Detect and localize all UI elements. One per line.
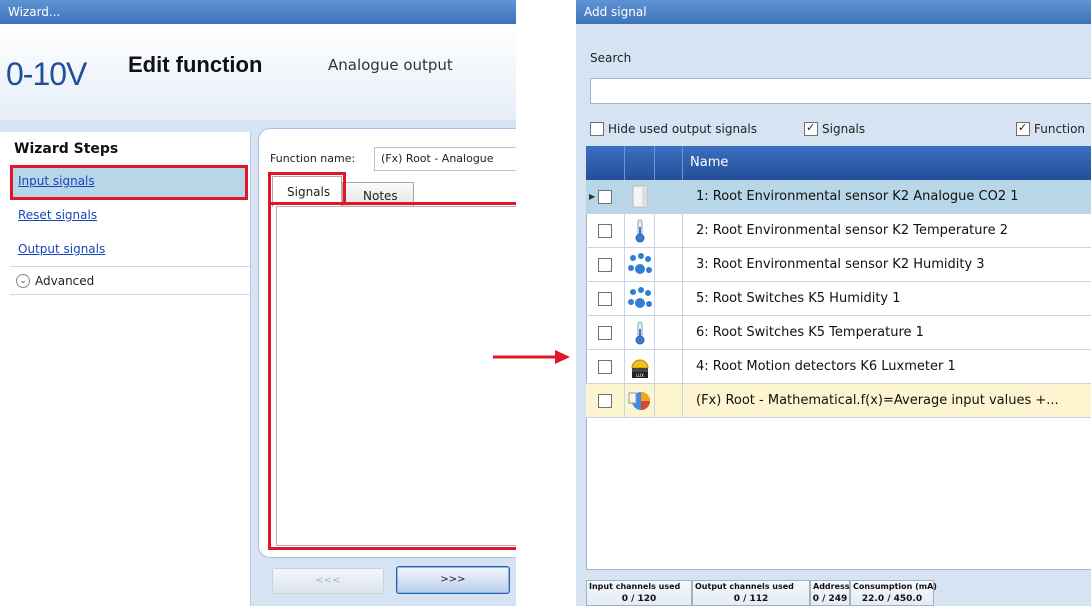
luxmeter-icon: LUX: [631, 359, 649, 378]
row-name: 3: Root Environmental sensor K2 Humidity…: [696, 257, 985, 272]
status-output-channels: Output channels used 0 / 112: [692, 580, 810, 606]
wizard-title: Wizard...: [8, 5, 61, 19]
function-checkbox[interactable]: [1016, 121, 1030, 136]
arrow-right-icon: [493, 350, 570, 364]
page-title: Edit function: [128, 52, 263, 77]
annotation-box-signals-tab: [268, 172, 346, 205]
annotation-box-input-signals: [10, 165, 248, 200]
table-row[interactable]: LUX 4: Root Motion detectors K6 Luxmeter…: [586, 350, 1091, 384]
row-name: 4: Root Motion detectors K6 Luxmeter 1: [696, 359, 956, 374]
wizard-window: Wizard... 0-10V Edit function Analogue o…: [0, 0, 516, 606]
step-reset-signals[interactable]: Reset signals: [18, 208, 97, 222]
hide-used-label: Hide used output signals: [608, 122, 757, 136]
search-label: Search: [590, 51, 632, 65]
add-signal-title: Add signal: [584, 5, 647, 19]
chevron-down-icon[interactable]: ⌄: [16, 274, 30, 288]
thermometer-icon: [635, 219, 645, 243]
search-input[interactable]: [590, 78, 1091, 104]
table-row[interactable]: 6: Root Switches K5 Temperature 1: [586, 316, 1091, 350]
function-name-input[interactable]: (Fx) Root - Analogue: [374, 147, 516, 171]
tab-notes-label: Notes: [363, 189, 398, 203]
next-button[interactable]: >>>: [396, 566, 510, 594]
status-input-channels: Input channels used 0 / 120: [586, 580, 692, 606]
table-row[interactable]: 2: Root Environmental sensor K2 Temperat…: [586, 214, 1091, 248]
function-filter-label: Function: [1034, 122, 1086, 136]
row-checkbox[interactable]: [598, 360, 612, 374]
row-name: 5: Root Switches K5 Humidity 1: [696, 291, 901, 306]
status-consumption: Consumption (mA) 22.0 / 450.0: [850, 580, 937, 606]
divider: [10, 266, 250, 267]
wizard-steps-title: Wizard Steps: [14, 141, 119, 157]
table-row[interactable]: 3: Root Environmental sensor K2 Humidity…: [586, 248, 1091, 282]
table-row[interactable]: ▶ 1: Root Environmental sensor K2 Analog…: [586, 180, 1091, 214]
row-checkbox[interactable]: [598, 292, 612, 306]
table-row[interactable]: (Fx) Root - Mathematical.f(x)=Average in…: [586, 384, 1091, 418]
row-name: 6: Root Switches K5 Temperature 1: [696, 325, 924, 340]
svg-text:LUX: LUX: [636, 373, 644, 378]
math-function-icon: [628, 392, 650, 410]
divider: [10, 294, 250, 295]
row-checkbox[interactable]: [598, 394, 612, 408]
step-output-signals[interactable]: Output signals: [18, 242, 105, 256]
header-name[interactable]: Name: [690, 155, 728, 170]
add-signal-window: Add signal Search Hide used output signa…: [576, 0, 1091, 606]
thermometer-icon: [635, 321, 645, 345]
table-row[interactable]: 5: Root Switches K5 Humidity 1: [586, 282, 1091, 316]
header-selector-col: [586, 146, 625, 180]
status-address: Address 0 / 249: [810, 580, 850, 606]
function-name-label: Function name:: [270, 152, 356, 165]
page-subtitle: Analogue output: [328, 56, 453, 74]
annotation-box-signals-area: [268, 202, 516, 550]
row-name: 1: Root Environmental sensor K2 Analogue…: [696, 189, 1019, 204]
hide-used-checkbox[interactable]: [590, 122, 604, 136]
row-checkbox[interactable]: [598, 326, 612, 340]
humidity-drops-icon: [628, 287, 652, 308]
row-checkbox[interactable]: [598, 190, 612, 204]
row-checkbox[interactable]: [598, 258, 612, 272]
back-button[interactable]: <<<: [272, 568, 384, 594]
grid-header: Name: [586, 146, 1091, 180]
row-checkbox[interactable]: [598, 224, 612, 238]
wizard-steps-panel: [0, 132, 251, 606]
row-name: (Fx) Root - Mathematical.f(x)=Average in…: [696, 393, 1059, 408]
header-check-col: [624, 146, 655, 180]
humidity-drops-icon: [628, 253, 652, 274]
analogue-sensor-icon: [632, 185, 648, 208]
function-type-logo: 0-10V: [6, 56, 87, 92]
row-name: 2: Root Environmental sensor K2 Temperat…: [696, 223, 1008, 238]
status-bar: Input channels used 0 / 120 Output chann…: [586, 580, 1091, 606]
signals-checkbox[interactable]: [804, 121, 818, 136]
add-signal-titlebar: Add signal: [576, 0, 1091, 24]
wizard-titlebar: Wizard...: [0, 0, 516, 24]
signals-filter-label: Signals: [822, 122, 866, 136]
advanced-toggle[interactable]: Advanced: [35, 274, 94, 288]
header-icon-col: [654, 146, 683, 180]
row-selector-arrow: ▶: [589, 192, 596, 201]
